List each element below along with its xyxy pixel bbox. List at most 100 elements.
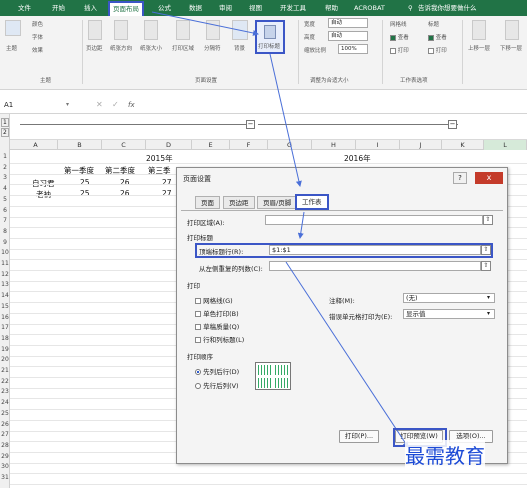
- row-header[interactable]: 20: [0, 356, 10, 363]
- chevron-down-icon[interactable]: ▾: [487, 310, 490, 317]
- bring-forward-icon[interactable]: [472, 20, 486, 40]
- print-button[interactable]: 打印(P)...: [339, 430, 379, 443]
- collapse-group-button[interactable]: −: [448, 120, 457, 129]
- row-header[interactable]: 30: [0, 463, 10, 470]
- draft-checkbox[interactable]: 草稿质量(Q): [195, 321, 239, 331]
- scale-spinner[interactable]: 100%: [338, 44, 368, 54]
- tab-header-footer[interactable]: 页眉/页脚: [257, 196, 298, 209]
- headings-view-check[interactable]: 查看: [428, 33, 447, 41]
- col-a[interactable]: A: [14, 140, 58, 150]
- row-header[interactable]: 21: [0, 367, 10, 374]
- row-header[interactable]: 2: [0, 164, 10, 171]
- tab-page[interactable]: 页面: [195, 196, 220, 209]
- function-icon[interactable]: fx: [128, 101, 135, 109]
- collapse-dialog-icon[interactable]: ⇧: [483, 215, 493, 225]
- col-l[interactable]: L: [484, 140, 527, 150]
- height-select[interactable]: 自动: [328, 31, 368, 41]
- tab-file[interactable]: 文件: [18, 0, 31, 16]
- col-i[interactable]: I: [356, 140, 400, 150]
- cell-d3[interactable]: 27: [162, 178, 172, 187]
- collapse-dialog-icon[interactable]: ⇧: [481, 261, 491, 271]
- colors-button[interactable]: 颜色: [32, 20, 43, 28]
- row-header[interactable]: 17: [0, 324, 10, 331]
- row-header[interactable]: 13: [0, 281, 10, 288]
- outline-level-2[interactable]: 2: [1, 128, 9, 137]
- tab-page-layout[interactable]: 页面布局: [108, 1, 144, 16]
- row-header[interactable]: 3: [0, 174, 10, 181]
- tab-help[interactable]: 帮助: [325, 0, 338, 16]
- formula-input[interactable]: [142, 100, 527, 112]
- row-header[interactable]: 27: [0, 431, 10, 438]
- orientation-icon[interactable]: [114, 20, 128, 40]
- headings-print-check[interactable]: 打印: [428, 46, 447, 54]
- fonts-button[interactable]: 字体: [32, 33, 43, 41]
- row-header[interactable]: 23: [0, 388, 10, 395]
- row-header[interactable]: 25: [0, 410, 10, 417]
- cell-b3[interactable]: 25: [80, 178, 90, 187]
- row-header[interactable]: 15: [0, 303, 10, 310]
- row-header[interactable]: 11: [0, 260, 10, 267]
- col-k[interactable]: K: [442, 140, 484, 150]
- collapse-group-button[interactable]: −: [246, 120, 255, 129]
- cell-c3[interactable]: 26: [120, 178, 130, 187]
- tab-margins[interactable]: 页边距: [223, 196, 255, 209]
- down-then-over-radio[interactable]: 先列后行(D): [195, 366, 239, 376]
- row-header[interactable]: 19: [0, 346, 10, 353]
- cancel-icon[interactable]: ✕: [96, 100, 103, 109]
- row-header[interactable]: 5: [0, 196, 10, 203]
- tab-home[interactable]: 开始: [52, 0, 65, 16]
- row-header[interactable]: 29: [0, 453, 10, 460]
- chevron-down-icon[interactable]: ▾: [487, 294, 490, 301]
- send-backward-icon[interactable]: [505, 20, 519, 40]
- col-f[interactable]: F: [230, 140, 268, 150]
- themes-icon[interactable]: [5, 20, 21, 36]
- chevron-down-icon[interactable]: ▾: [66, 101, 69, 108]
- row-header[interactable]: 1: [0, 153, 10, 160]
- row-header[interactable]: 4: [0, 185, 10, 192]
- over-then-down-radio[interactable]: 先行后列(V): [195, 380, 239, 390]
- breaks-icon[interactable]: [206, 20, 220, 40]
- errors-select[interactable]: 显示值: [403, 309, 495, 319]
- gridlines-print-check[interactable]: 打印: [390, 46, 409, 54]
- help-button[interactable]: ?: [453, 172, 467, 184]
- row-header[interactable]: 9: [0, 239, 10, 246]
- cell-b4[interactable]: 25: [80, 189, 90, 198]
- col-b[interactable]: B: [58, 140, 102, 150]
- row-header[interactable]: 6: [0, 207, 10, 214]
- row-header[interactable]: 18: [0, 335, 10, 342]
- row-header[interactable]: 10: [0, 249, 10, 256]
- col-j[interactable]: J: [400, 140, 442, 150]
- gridlines-checkbox[interactable]: 网格线(G): [195, 295, 233, 305]
- row-header[interactable]: 24: [0, 399, 10, 406]
- tab-formulas[interactable]: 公式: [158, 0, 171, 16]
- tab-developer[interactable]: 开发工具: [280, 0, 306, 16]
- tab-data[interactable]: 数据: [189, 0, 202, 16]
- row-header[interactable]: 12: [0, 271, 10, 278]
- mono-checkbox[interactable]: 单色打印(B): [195, 308, 239, 318]
- col-d[interactable]: D: [146, 140, 192, 150]
- tab-review[interactable]: 审阅: [219, 0, 232, 16]
- row-header[interactable]: 16: [0, 314, 10, 321]
- cols-repeat-input[interactable]: [269, 261, 481, 271]
- cell-d4[interactable]: 27: [162, 189, 172, 198]
- name-box[interactable]: A1: [4, 101, 13, 109]
- gridlines-view-check[interactable]: 查看: [390, 33, 409, 41]
- rowcol-headings-checkbox[interactable]: 行和列标题(L): [195, 334, 244, 344]
- size-icon[interactable]: [144, 20, 158, 40]
- row-header[interactable]: 14: [0, 292, 10, 299]
- col-c[interactable]: C: [102, 140, 146, 150]
- row-header[interactable]: 22: [0, 378, 10, 385]
- margins-icon[interactable]: [88, 20, 102, 40]
- background-icon[interactable]: [232, 20, 248, 40]
- tab-view[interactable]: 视图: [249, 0, 262, 16]
- col-g[interactable]: G: [268, 140, 312, 150]
- row-header[interactable]: 26: [0, 421, 10, 428]
- outline-level-1[interactable]: 1: [1, 118, 9, 127]
- col-h[interactable]: H: [312, 140, 356, 150]
- tab-acrobat[interactable]: ACROBAT: [354, 0, 385, 16]
- effects-button[interactable]: 效果: [32, 46, 43, 54]
- width-select[interactable]: 自动: [328, 18, 368, 28]
- close-button[interactable]: x: [475, 172, 503, 184]
- comments-select[interactable]: (无): [403, 293, 495, 303]
- row-header[interactable]: 8: [0, 228, 10, 235]
